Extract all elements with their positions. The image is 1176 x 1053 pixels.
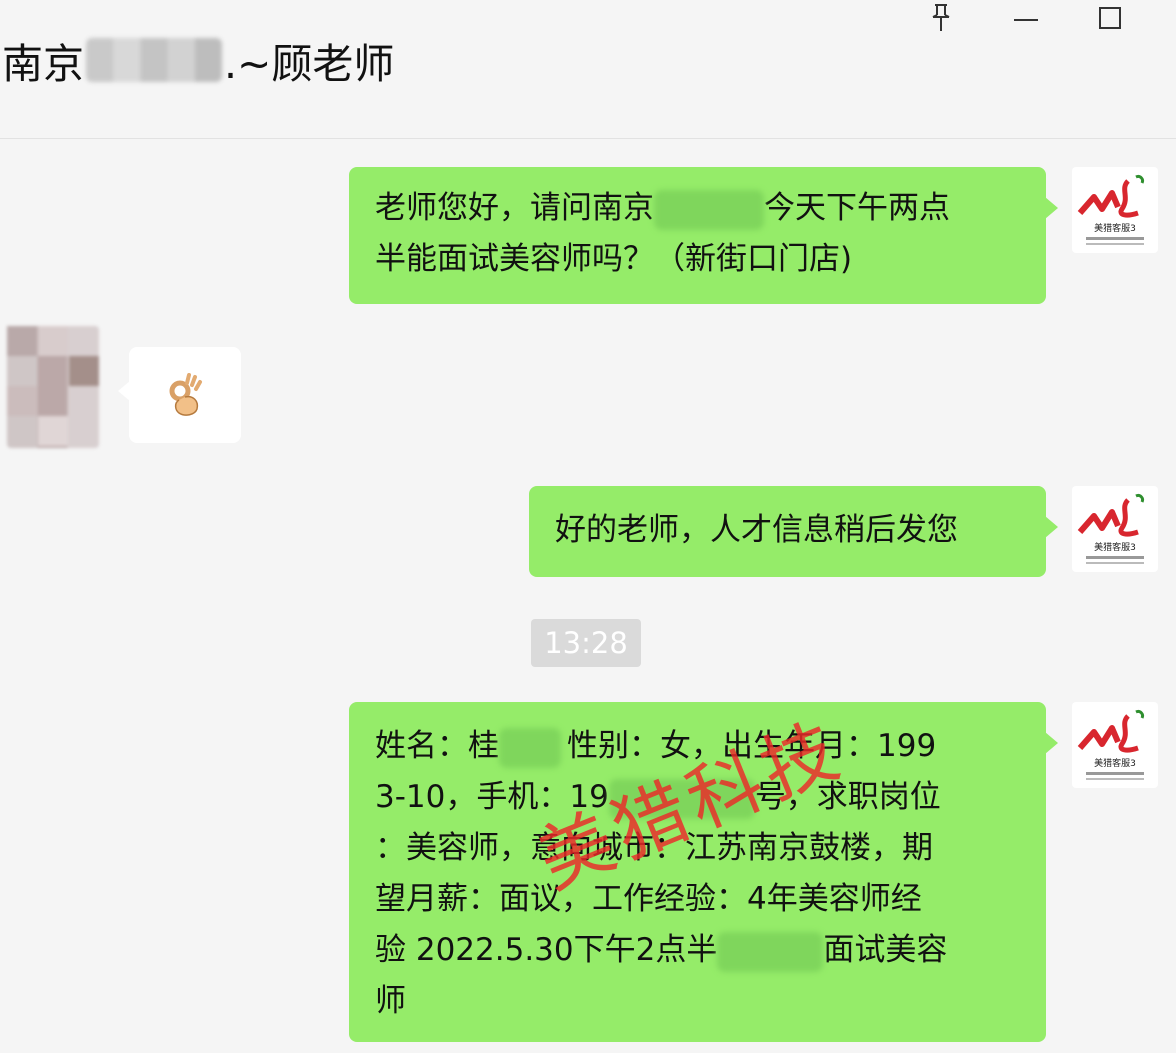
my-avatar[interactable]: 美猎客服3 (1072, 486, 1158, 572)
message-text: 姓名：桂 (375, 728, 499, 764)
message-text: 3-10，手机：19 (375, 779, 609, 815)
message-text: 面试美容 (823, 932, 948, 968)
message-timestamp: 13:28 (531, 619, 641, 667)
message-text: ：美容师，意向城市：江苏南京鼓楼，期 (375, 830, 933, 866)
message-line: 半能面试美容师吗？（新街口门店) (375, 234, 1024, 285)
maximize-icon (1099, 7, 1121, 29)
minimize-button[interactable] (1006, 0, 1046, 36)
maximize-button[interactable] (1090, 0, 1130, 36)
contact-avatar[interactable] (7, 326, 99, 448)
chat-title: 南京 .~顾老师 (2, 30, 394, 90)
brand-logo-text: 美猎客服3 (1094, 222, 1136, 234)
message-text: 性别：女，出生年月：199 (567, 728, 937, 764)
message-line: 老师您好，请问南京 今天下午两点 (375, 183, 1024, 234)
message-text: 今天下午两点 (764, 190, 950, 226)
message-text: 半能面试美容师吗？（新街口门店) (375, 241, 853, 277)
message-line: ：美容师，意向城市：江苏南京鼓楼，期 (375, 823, 1026, 874)
message-bubble-outgoing[interactable]: 姓名：桂 性别：女，出生年月：199 3-10，手机：19 号，求职岗位 ：美容师，… (349, 702, 1058, 1042)
brand-logo-icon: 美猎客服3 (1077, 175, 1144, 245)
message-text: 好的老师，人才信息稍后发您 (555, 512, 958, 548)
brand-logo-text: 美猎客服3 (1094, 541, 1136, 553)
brand-logo-icon: 美猎客服3 (1077, 710, 1144, 780)
minimize-icon (1014, 19, 1038, 21)
chat-title-prefix: 南京 (2, 40, 84, 88)
ok-hand-icon (169, 373, 202, 416)
message-text: 老师您好，请问南京 (375, 190, 654, 226)
redacted-text (654, 189, 764, 230)
brand-logo-icon: 美猎客服3 (1077, 494, 1144, 564)
brand-logo-text: 美猎客服3 (1094, 757, 1136, 769)
redacted-text (499, 727, 561, 768)
message-line: 姓名：桂 性别：女，出生年月：199 (375, 721, 1026, 772)
redacted-name (86, 38, 222, 82)
message-text: 师 (375, 983, 406, 1019)
pin-icon (932, 4, 950, 31)
my-avatar[interactable]: 美猎客服3 (1072, 167, 1158, 253)
pin-button[interactable] (921, 0, 961, 36)
my-avatar[interactable]: 美猎客服3 (1072, 702, 1158, 788)
message-bubble-outgoing[interactable]: 好的老师，人才信息稍后发您 (529, 486, 1058, 577)
message-bubble-incoming[interactable] (118, 347, 241, 443)
ok-hand-emoji (129, 347, 241, 443)
message-text: 验 2022.5.30下午2点半 (375, 932, 718, 968)
redacted-text (717, 931, 824, 972)
message-line: 师 (375, 976, 1026, 1027)
message-line: 3-10，手机：19 号，求职岗位 (375, 772, 1026, 823)
message-bubble-outgoing[interactable]: 老师您好，请问南京 今天下午两点 半能面试美容师吗？（新街口门店) (349, 167, 1058, 304)
chat-title-suffix: .~顾老师 (224, 40, 395, 88)
title-bar: 南京 .~顾老师 (0, 0, 1176, 139)
redacted-text (608, 778, 755, 819)
message-line: 验 2022.5.30下午2点半 面试美容 (375, 925, 1026, 976)
message-line: 望月薪：面议，工作经验：4年美容师经 (375, 874, 1026, 925)
message-text: 号，求职岗位 (754, 779, 941, 815)
chat-window: 南京 .~顾老师 老师您好，请问南京 今天下午两点 半能面试美容师吗？（新街口门店… (0, 0, 1176, 1053)
message-text: 望月薪：面议，工作经验：4年美容师经 (375, 881, 922, 917)
